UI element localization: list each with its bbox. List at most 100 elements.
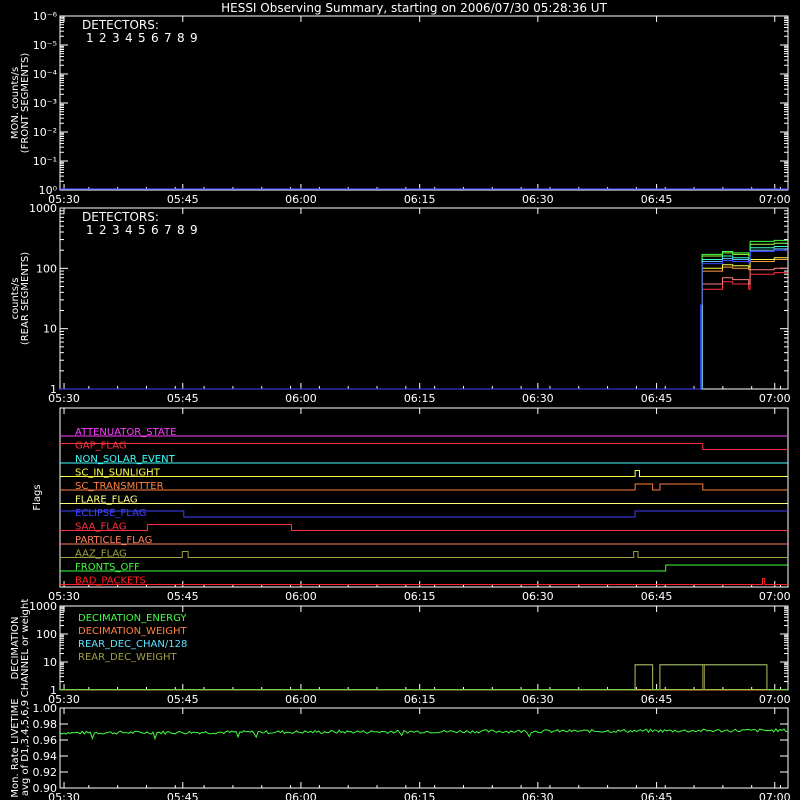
time-tick-label: 05:45 [167,693,199,706]
decimation-line [60,664,788,691]
time-tick-label: 06:30 [522,590,554,603]
y-tick-label: 10⁻⁴ [33,68,58,81]
legend-item: 9 [190,223,198,237]
time-tick-label: 06:15 [404,590,436,603]
y-axis-label: Flags [32,484,43,510]
time-tick-label: 06:45 [641,392,673,405]
flag-label: FLARE_FLAG [75,495,138,506]
rear-detector-line [60,267,788,390]
time-tick-label: 06:00 [285,193,317,206]
y-tick-label: 10⁰ [39,184,58,197]
y-tick-label: 1 [50,684,57,697]
flag-line [60,483,788,491]
legend-item: 5 [138,31,146,45]
y-tick-label: 10 [43,323,57,336]
time-tick-label: 06:15 [404,693,436,706]
time-tick-label: 06:15 [404,392,436,405]
flag-label: AAZ_FLAG [75,549,127,560]
time-tick-label: 06:45 [641,693,673,706]
y-tick-label: 0.94 [33,750,58,763]
flag-label: GAP_FLAG [75,441,127,452]
legend-item: 7 [164,223,172,237]
y-tick-label: 10⁻³ [33,97,57,110]
y-tick-label: 1000 [29,202,57,215]
legend-item: 8 [177,223,185,237]
legend-item: 7 [164,31,172,45]
time-tick-label: 05:45 [167,590,199,603]
time-tick-label: 06:30 [522,791,554,800]
time-tick-label: 06:15 [404,791,436,800]
flag-line [60,524,788,531]
observing-summary-figure: HESSI Observing Summary, starting on 200… [10,1,791,800]
livetime-panel: 05:30 05:45 06:00 06:15 06:30 06:45 07:00Mon. … [10,698,791,800]
decimation-line [60,664,788,691]
decimation-legend-item: DECIMATION_ENERGY [78,613,187,624]
time-tick-label: 06:30 [522,392,554,405]
y-tick-label: 10⁻⁶ [33,10,58,23]
time-tick-label: 07:00 [759,590,791,603]
decimation-legend-item: REAR_DEC_CHAN/128 [78,639,187,650]
decimation-legend-item: REAR_DEC_WEIGHT [78,652,177,663]
legend-item: 1 [86,223,94,237]
time-tick-label: 06:00 [285,590,317,603]
time-tick-label: 06:15 [404,193,436,206]
time-tick-label: 06:45 [641,590,673,603]
legend-item: 3 [112,31,120,45]
time-tick-label: 06:00 [285,392,317,405]
flag-label: NON_SOLAR_EVENT [75,454,176,465]
time-tick-label: 07:00 [759,392,791,405]
flag-line [60,470,788,477]
front-segments-panel: 05:30 05:45 06:00 06:15 06:30 06:45 07:0010⁰10… [10,10,791,206]
legend-item: 8 [177,31,185,45]
rear-detector-line [60,257,788,390]
time-tick-label: 05:45 [167,193,199,206]
rear-detector-line [60,248,788,390]
time-tick-label: 06:00 [285,791,317,800]
flag-label: ATTENUATOR_STATE [75,427,176,438]
flag-line [60,564,788,572]
y-tick-label: 10 [43,656,57,669]
legend-item: 6 [151,223,159,237]
time-tick-label: 06:30 [522,193,554,206]
y-tick-label: 0.90 [33,782,58,795]
rear-detector-line [60,242,788,390]
time-tick-label: 06:00 [285,693,317,706]
y-tick-label: 10⁻⁵ [33,39,57,52]
rear-detector-line [60,259,788,390]
time-tick-label: 07:00 [759,791,791,800]
flag-line [60,551,788,558]
legend-item: 6 [151,31,159,45]
flag-label: SAA_FLAG [75,522,126,533]
time-tick-label: 06:30 [522,693,554,706]
livetime-panel-frame [59,707,789,789]
rear-detector-line [60,249,788,390]
rear-detector-line [60,246,788,390]
y-tick-label: 100 [36,628,57,641]
flag-line [60,443,788,450]
y-tick-label: 0.96 [33,734,58,747]
flag-label: PARTICLE_FLAG [75,535,152,546]
y-tick-label: 1000 [29,600,57,613]
y-axis-label: (FRONT SEGMENTS) [20,53,31,154]
legend-item: 2 [99,31,107,45]
rear-detector-line [60,239,788,390]
livetime-line [59,728,789,741]
y-tick-label: 0.98 [33,718,58,731]
y-axis-label: avg of D1,3,4,5,6,9 [20,700,31,796]
legend-item: 5 [138,223,146,237]
flags-panel: 05:30 05:45 06:00 06:15 06:30 06:45 07:00Flags… [32,407,791,603]
y-tick-label: 100 [36,262,57,275]
flag-line [60,578,788,585]
legend-item: 1 [86,31,94,45]
time-tick-label: 05:45 [167,392,199,405]
y-tick-label: 1 [50,383,57,396]
rear-segments-panel: 05:30 05:45 06:00 06:15 06:30 06:45 07:0011010… [10,202,791,405]
y-tick-label: 10⁻¹ [33,155,57,168]
y-tick-label: 1.00 [33,702,58,715]
decimation-panel: 05:30 05:45 06:00 06:15 06:30 06:45 07:0011010… [10,599,791,706]
legend-item: 4 [125,31,133,45]
time-tick-label: 05:45 [167,791,199,800]
flag-line [60,510,788,518]
time-tick-label: 07:00 [759,693,791,706]
decimation-legend-item: DECIMATION_WEIGHT [78,626,187,637]
